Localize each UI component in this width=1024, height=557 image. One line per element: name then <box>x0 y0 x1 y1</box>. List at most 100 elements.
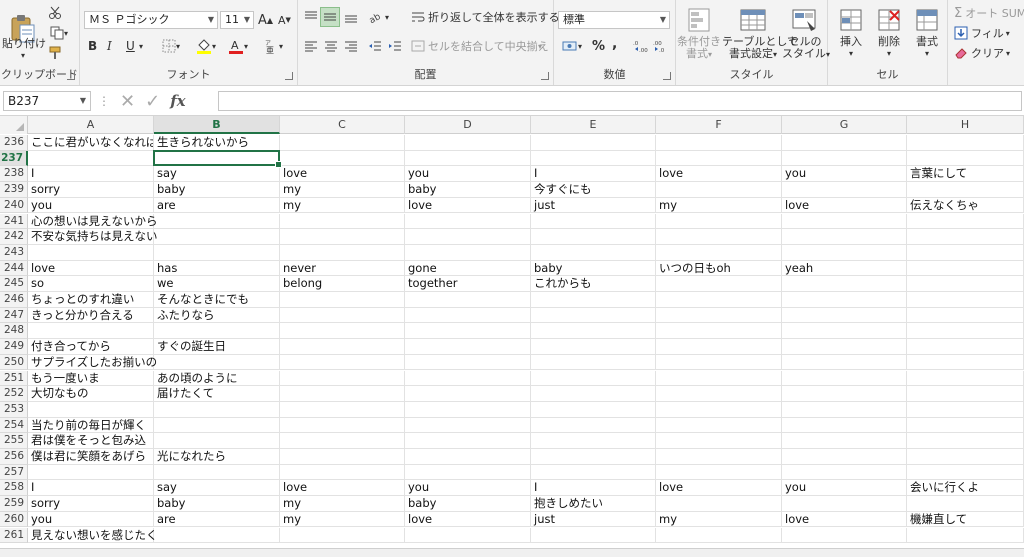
cell-a236[interactable]: ここに君がいなくなれば <box>28 135 154 151</box>
cell-e239[interactable]: 今すぐにも <box>531 182 656 198</box>
cell-a257[interactable] <box>28 464 154 481</box>
cell-g248[interactable] <box>782 323 907 340</box>
cell-h244[interactable] <box>907 260 1024 277</box>
cell-b236[interactable]: 生きられないから <box>154 135 280 151</box>
cell-e256[interactable] <box>531 449 656 465</box>
cell-e241[interactable] <box>531 213 656 230</box>
cell-e253[interactable] <box>531 401 656 418</box>
cell-b251[interactable]: あの頃のように <box>154 370 280 387</box>
cell-h249[interactable] <box>907 339 1024 355</box>
cell-f259[interactable] <box>656 496 782 512</box>
cell-a261[interactable]: 見えない想いを感じたく <box>28 527 158 544</box>
cell-g244[interactable]: yeah <box>782 260 907 277</box>
cell-e246[interactable] <box>531 292 656 308</box>
cell-h251[interactable] <box>907 370 1024 387</box>
cell-g258[interactable]: you <box>782 480 907 497</box>
row-header[interactable]: 252 <box>0 386 28 402</box>
cell-h246[interactable] <box>907 292 1024 308</box>
cell-a259[interactable]: sorry <box>28 496 154 512</box>
format-cells-label[interactable]: 書式 ▾ <box>908 36 946 60</box>
cell-g253[interactable] <box>782 401 907 418</box>
increase-decimal-button[interactable]: .0.00 <box>632 37 650 55</box>
cell-d240[interactable]: love <box>405 197 531 214</box>
cell-b242[interactable] <box>154 229 280 245</box>
cell-b252[interactable]: 届けたくて <box>154 386 280 402</box>
cell-d250[interactable] <box>405 354 531 371</box>
cell-f236[interactable] <box>656 135 782 151</box>
cell-d258[interactable]: you <box>405 480 531 497</box>
clipboard-launcher-icon[interactable] <box>67 72 75 80</box>
cell-a252[interactable]: 大切なもの <box>28 386 154 402</box>
cell-e255[interactable] <box>531 433 656 449</box>
cell-d237[interactable] <box>405 150 531 167</box>
cell-b247[interactable]: ふたりなら <box>154 307 280 324</box>
cell-c261[interactable] <box>280 527 405 544</box>
decrease-indent-button[interactable] <box>366 37 384 55</box>
cell-h256[interactable] <box>907 449 1024 465</box>
cell-c249[interactable] <box>280 339 405 355</box>
row-header[interactable]: 242 <box>0 229 28 245</box>
column-header-g[interactable]: G <box>782 116 907 134</box>
align-right-button[interactable] <box>342 37 360 55</box>
cell-g240[interactable]: love <box>782 197 907 214</box>
cell-c259[interactable]: my <box>280 496 405 512</box>
cell-h259[interactable] <box>907 496 1024 512</box>
font-color-button[interactable]: A ▾ <box>224 36 252 56</box>
cell-f249[interactable] <box>656 339 782 355</box>
cell-e252[interactable] <box>531 386 656 402</box>
cell-f240[interactable]: my <box>656 197 782 214</box>
cell-d252[interactable] <box>405 386 531 402</box>
format-as-table-label[interactable]: テーブルとして 書式設定▾ <box>722 36 798 61</box>
cell-styles-label[interactable]: セルの スタイル▾ <box>782 36 830 61</box>
cell-d253[interactable] <box>405 401 531 418</box>
autosum-button[interactable]: Σ オート SUM <box>954 3 1024 23</box>
cell-b256[interactable]: 光になれたら <box>154 449 280 465</box>
cell-d261[interactable] <box>405 527 531 544</box>
comma-button[interactable]: , <box>612 34 617 54</box>
font-name-combo[interactable]: ＭＳ Ｐゴシック ▼ <box>84 11 218 29</box>
bold-button[interactable]: B <box>88 36 97 56</box>
cell-e240[interactable]: just <box>531 197 656 214</box>
cell-g239[interactable] <box>782 182 907 198</box>
cell-a260[interactable]: you <box>28 511 154 528</box>
cell-h238[interactable]: 言葉にして <box>907 166 1024 183</box>
cell-h248[interactable] <box>907 323 1024 340</box>
fill-button[interactable]: フィル ▾ <box>954 23 1010 43</box>
cell-d239[interactable]: baby <box>405 182 531 198</box>
cell-c254[interactable] <box>280 417 405 434</box>
cell-f257[interactable] <box>656 464 782 481</box>
cell-c241[interactable] <box>280 213 405 230</box>
cell-d236[interactable] <box>405 135 531 151</box>
cut-button[interactable] <box>46 4 64 22</box>
cell-h245[interactable] <box>907 276 1024 292</box>
cell-d243[interactable] <box>405 244 531 261</box>
cell-d246[interactable] <box>405 292 531 308</box>
cell-h239[interactable] <box>907 182 1024 198</box>
cell-a244[interactable]: love <box>28 260 154 277</box>
column-header-b[interactable]: B <box>154 116 280 134</box>
cell-g247[interactable] <box>782 307 907 324</box>
cell-f252[interactable] <box>656 386 782 402</box>
cell-g241[interactable] <box>782 213 907 230</box>
format-as-table-button[interactable] <box>738 5 768 35</box>
merge-center-icon-button[interactable] <box>410 38 426 54</box>
cell-d254[interactable] <box>405 417 531 434</box>
cell-a249[interactable]: 付き合ってから <box>28 339 154 355</box>
font-launcher-icon[interactable] <box>285 72 293 80</box>
row-header[interactable]: 253 <box>0 401 28 418</box>
cell-d255[interactable] <box>405 433 531 449</box>
cell-e260[interactable]: just <box>531 511 656 528</box>
cell-f256[interactable] <box>656 449 782 465</box>
cell-e254[interactable] <box>531 417 656 434</box>
cell-a243[interactable] <box>28 244 154 261</box>
cell-e251[interactable] <box>531 370 656 387</box>
row-header[interactable]: 247 <box>0 307 28 324</box>
cell-a248[interactable] <box>28 323 154 340</box>
font-size-combo[interactable]: 11 ▼ <box>220 11 254 29</box>
alignment-launcher-icon[interactable] <box>541 72 549 80</box>
row-header[interactable]: 250 <box>0 354 28 371</box>
cell-h241[interactable] <box>907 213 1024 230</box>
cell-c236[interactable] <box>280 135 405 151</box>
cell-f255[interactable] <box>656 433 782 449</box>
cell-b255[interactable] <box>154 433 280 449</box>
